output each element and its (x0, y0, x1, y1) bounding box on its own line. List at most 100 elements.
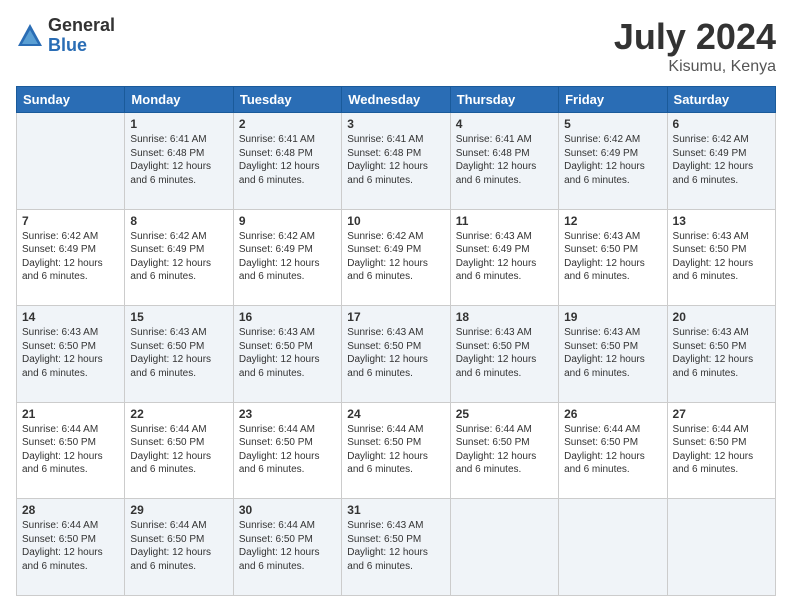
day-number: 22 (130, 407, 227, 421)
cell-content: Sunrise: 6:44 AM Sunset: 6:50 PM Dayligh… (673, 423, 770, 477)
day-number: 10 (347, 214, 444, 228)
day-number: 14 (22, 310, 119, 324)
cell-content: Sunrise: 6:44 AM Sunset: 6:50 PM Dayligh… (456, 423, 553, 477)
day-number: 21 (22, 407, 119, 421)
cell-content: Sunrise: 6:44 AM Sunset: 6:50 PM Dayligh… (239, 423, 336, 477)
calendar-cell: 31 Sunrise: 6:43 AM Sunset: 6:50 PM Dayli… (342, 499, 450, 596)
calendar-cell: 9Sunrise: 6:42 AM Sunset: 6:49 PM Daylig… (233, 209, 341, 306)
cell-content: Sunrise: 6:43 AM Sunset: 6:50 PM Dayligh… (347, 519, 444, 573)
header-saturday: Saturday (667, 87, 775, 113)
header-wednesday: Wednesday (342, 87, 450, 113)
day-number: 17 (347, 310, 444, 324)
cell-content: Sunrise: 6:43 AM Sunset: 6:50 PM Dayligh… (564, 230, 661, 284)
day-number: 16 (239, 310, 336, 324)
cell-content: Sunrise: 6:42 AM Sunset: 6:49 PM Dayligh… (22, 230, 119, 284)
cell-content: Sunrise: 6:43 AM Sunset: 6:50 PM Dayligh… (673, 326, 770, 380)
calendar-cell: 28 Sunrise: 6:44 AM Sunset: 6:50 PM Dayli… (17, 499, 125, 596)
cell-content: Sunrise: 6:44 AM Sunset: 6:50 PM Dayligh… (347, 423, 444, 477)
day-number: 11 (456, 214, 553, 228)
logo-icon (16, 22, 44, 50)
logo: General Blue (16, 16, 115, 56)
day-number: 27 (673, 407, 770, 421)
header-tuesday: Tuesday (233, 87, 341, 113)
cell-content: Sunrise: 6:44 AM Sunset: 6:50 PM Dayligh… (130, 423, 227, 477)
calendar-cell: 27 Sunrise: 6:44 AM Sunset: 6:50 PM Dayli… (667, 402, 775, 499)
calendar-cell: 29 Sunrise: 6:44 AM Sunset: 6:50 PM Dayli… (125, 499, 233, 596)
day-number: 8 (130, 214, 227, 228)
logo-blue: Blue (48, 36, 115, 56)
day-number: 7 (22, 214, 119, 228)
calendar-cell: 7 Sunrise: 6:42 AM Sunset: 6:49 PM Daylig… (17, 209, 125, 306)
day-number: 30 (239, 503, 336, 517)
day-number: 15 (130, 310, 227, 324)
cell-content: Sunrise: 6:44 AM Sunset: 6:50 PM Dayligh… (22, 519, 119, 573)
cell-content: Sunrise: 6:43 AM Sunset: 6:50 PM Dayligh… (239, 326, 336, 380)
day-number: 25 (456, 407, 553, 421)
calendar-cell: 16 Sunrise: 6:43 AM Sunset: 6:50 PM Dayli… (233, 306, 341, 403)
calendar-cell: 5Sunrise: 6:42 AM Sunset: 6:49 PM Daylig… (559, 113, 667, 210)
cell-content: Sunrise: 6:41 AM Sunset: 6:48 PM Dayligh… (456, 133, 553, 187)
logo-general: General (48, 16, 115, 36)
calendar-cell: 22 Sunrise: 6:44 AM Sunset: 6:50 PM Dayli… (125, 402, 233, 499)
day-number: 19 (564, 310, 661, 324)
calendar-cell: 17 Sunrise: 6:43 AM Sunset: 6:50 PM Dayli… (342, 306, 450, 403)
cell-content: Sunrise: 6:43 AM Sunset: 6:49 PM Dayligh… (456, 230, 553, 284)
cell-content: Sunrise: 6:43 AM Sunset: 6:50 PM Dayligh… (130, 326, 227, 380)
calendar-row-2: 14 Sunrise: 6:43 AM Sunset: 6:50 PM Dayli… (17, 306, 776, 403)
day-number: 13 (673, 214, 770, 228)
calendar-cell: 21 Sunrise: 6:44 AM Sunset: 6:50 PM Dayli… (17, 402, 125, 499)
cell-content: Sunrise: 6:43 AM Sunset: 6:50 PM Dayligh… (456, 326, 553, 380)
header-friday: Friday (559, 87, 667, 113)
day-number: 28 (22, 503, 119, 517)
cell-content: Sunrise: 6:42 AM Sunset: 6:49 PM Dayligh… (673, 133, 770, 187)
calendar-cell: 15 Sunrise: 6:43 AM Sunset: 6:50 PM Dayli… (125, 306, 233, 403)
calendar-cell (667, 499, 775, 596)
calendar-cell: 26 Sunrise: 6:44 AM Sunset: 6:50 PM Dayli… (559, 402, 667, 499)
day-number: 1 (130, 117, 227, 131)
day-number: 31 (347, 503, 444, 517)
cell-content: Sunrise: 6:44 AM Sunset: 6:50 PM Dayligh… (130, 519, 227, 573)
title-location: Kisumu, Kenya (614, 58, 776, 76)
calendar-cell: 8 Sunrise: 6:42 AM Sunset: 6:49 PM Daylig… (125, 209, 233, 306)
calendar-cell: 24Sunrise: 6:44 AM Sunset: 6:50 PM Dayli… (342, 402, 450, 499)
calendar-cell: 14Sunrise: 6:43 AM Sunset: 6:50 PM Dayli… (17, 306, 125, 403)
header-monday: Monday (125, 87, 233, 113)
calendar-cell: 11 Sunrise: 6:43 AM Sunset: 6:49 PM Dayli… (450, 209, 558, 306)
calendar-cell: 12 Sunrise: 6:43 AM Sunset: 6:50 PM Dayli… (559, 209, 667, 306)
calendar-row-4: 28 Sunrise: 6:44 AM Sunset: 6:50 PM Dayli… (17, 499, 776, 596)
cell-content: Sunrise: 6:42 AM Sunset: 6:49 PM Dayligh… (130, 230, 227, 284)
cell-content: Sunrise: 6:44 AM Sunset: 6:50 PM Dayligh… (22, 423, 119, 477)
logo-text: General Blue (48, 16, 115, 56)
calendar-cell: 25 Sunrise: 6:44 AM Sunset: 6:50 PM Dayli… (450, 402, 558, 499)
day-number: 2 (239, 117, 336, 131)
calendar-cell: 10Sunrise: 6:42 AM Sunset: 6:49 PM Dayli… (342, 209, 450, 306)
calendar-cell: 20Sunrise: 6:43 AM Sunset: 6:50 PM Dayli… (667, 306, 775, 403)
day-number: 26 (564, 407, 661, 421)
cell-content: Sunrise: 6:43 AM Sunset: 6:50 PM Dayligh… (673, 230, 770, 284)
calendar-table: Sunday Monday Tuesday Wednesday Thursday… (16, 86, 776, 596)
day-number: 12 (564, 214, 661, 228)
title-month: July 2024 (614, 16, 776, 58)
cell-content: Sunrise: 6:41 AM Sunset: 6:48 PM Dayligh… (347, 133, 444, 187)
day-number: 5 (564, 117, 661, 131)
calendar-cell: 4 Sunrise: 6:41 AM Sunset: 6:48 PM Daylig… (450, 113, 558, 210)
cell-content: Sunrise: 6:44 AM Sunset: 6:50 PM Dayligh… (564, 423, 661, 477)
cell-content: Sunrise: 6:42 AM Sunset: 6:49 PM Dayligh… (239, 230, 336, 284)
calendar-cell: 13 Sunrise: 6:43 AM Sunset: 6:50 PM Dayli… (667, 209, 775, 306)
calendar-row-0: 1 Sunrise: 6:41 AM Sunset: 6:48 PM Daylig… (17, 113, 776, 210)
header: General Blue July 2024 Kisumu, Kenya (16, 16, 776, 76)
day-number: 29 (130, 503, 227, 517)
cell-content: Sunrise: 6:41 AM Sunset: 6:48 PM Dayligh… (239, 133, 336, 187)
calendar-header-row: Sunday Monday Tuesday Wednesday Thursday… (17, 87, 776, 113)
calendar-cell: 23 Sunrise: 6:44 AM Sunset: 6:50 PM Dayli… (233, 402, 341, 499)
day-number: 23 (239, 407, 336, 421)
calendar-cell: 30 Sunrise: 6:44 AM Sunset: 6:50 PM Dayli… (233, 499, 341, 596)
calendar-cell: 6Sunrise: 6:42 AM Sunset: 6:49 PM Daylig… (667, 113, 775, 210)
calendar-cell: 19Sunrise: 6:43 AM Sunset: 6:50 PM Dayli… (559, 306, 667, 403)
day-number: 4 (456, 117, 553, 131)
header-sunday: Sunday (17, 87, 125, 113)
cell-content: Sunrise: 6:43 AM Sunset: 6:50 PM Dayligh… (347, 326, 444, 380)
cell-content: Sunrise: 6:44 AM Sunset: 6:50 PM Dayligh… (239, 519, 336, 573)
calendar-cell (17, 113, 125, 210)
calendar-cell: 18Sunrise: 6:43 AM Sunset: 6:50 PM Dayli… (450, 306, 558, 403)
